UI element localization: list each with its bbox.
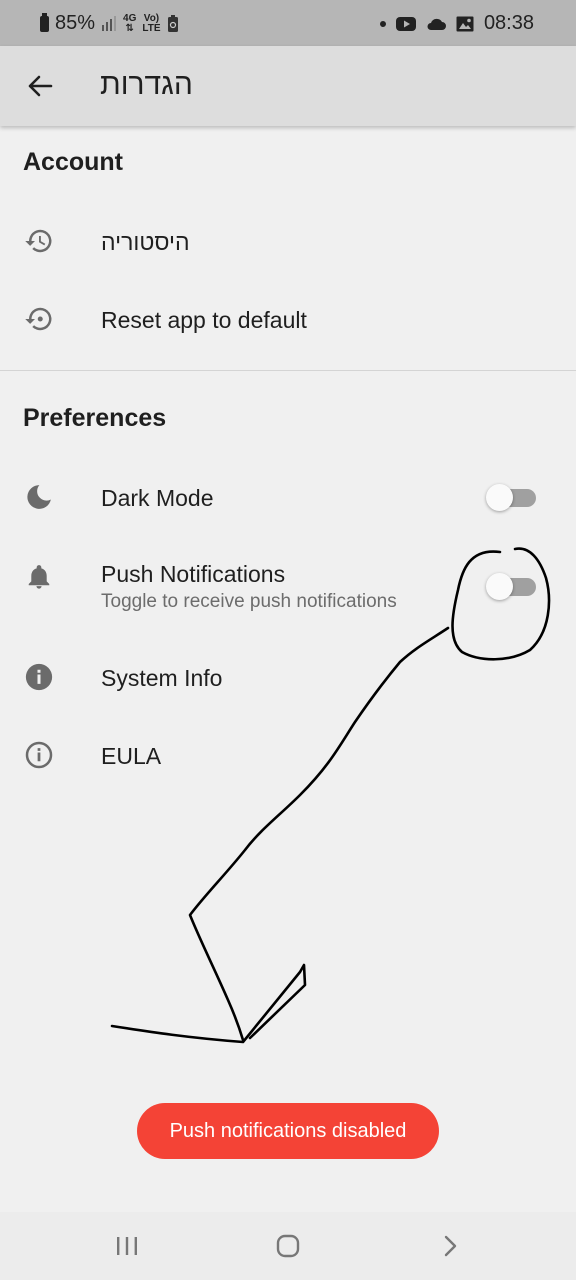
youtube-icon <box>395 16 416 31</box>
annotation-arrow-head <box>110 963 307 1044</box>
signal-icon <box>102 15 117 31</box>
settings-item-label: היסטוריה <box>101 229 190 255</box>
restore-icon <box>22 302 56 336</box>
status-bar: 85% 4G ⇅ Vo) LTE 08:38 <box>0 0 576 46</box>
back-nav-button[interactable] <box>432 1230 468 1262</box>
battery-icon <box>40 12 49 32</box>
settings-item-label: Dark Mode <box>101 485 214 511</box>
toggle-thumb <box>486 573 513 600</box>
image-icon <box>456 16 474 31</box>
arrow-back-icon <box>28 75 53 97</box>
settings-item-label: Reset app to default <box>101 307 307 333</box>
chevron-right-icon <box>444 1235 457 1257</box>
recent-apps-button[interactable] <box>109 1230 145 1262</box>
cloud-icon <box>427 18 446 30</box>
home-icon <box>276 1234 300 1258</box>
info-outline-icon <box>22 738 56 772</box>
settings-item-eula[interactable]: EULA <box>0 724 576 788</box>
snackbar: Push notifications disabled <box>137 1103 439 1159</box>
home-button[interactable] <box>270 1230 306 1262</box>
section-header-account: Account <box>23 148 123 176</box>
info-filled-icon <box>22 660 56 694</box>
settings-item-label: EULA <box>101 743 162 769</box>
settings-item-reset-app[interactable]: Reset app to default <box>0 288 576 352</box>
settings-item-label: Push Notifications <box>101 561 286 587</box>
back-button[interactable] <box>18 64 62 108</box>
toggle-thumb <box>486 484 513 511</box>
battery-percent: 85% <box>55 12 96 34</box>
history-icon <box>22 224 56 258</box>
volte-label: Vo) LTE <box>142 12 161 34</box>
moon-icon <box>22 480 56 514</box>
clock: 08:38 <box>483 12 534 34</box>
recycle-battery-icon <box>167 14 178 32</box>
settings-screen: 85% 4G ⇅ Vo) LTE 08:38 הגדרות Account הי… <box>0 0 576 1280</box>
hand-drawn-annotation <box>110 547 551 1044</box>
notification-dot-icon <box>379 20 386 27</box>
settings-item-history[interactable]: היסטוריה <box>0 210 576 274</box>
push-notifications-toggle[interactable] <box>486 572 536 600</box>
system-nav-bar <box>0 1212 576 1280</box>
snackbar-message: Push notifications disabled <box>169 1119 407 1142</box>
settings-item-dark-mode[interactable]: Dark Mode <box>0 466 576 530</box>
status-left: 85% 4G ⇅ Vo) LTE <box>40 12 179 35</box>
section-header-preferences: Preferences <box>23 404 167 432</box>
dark-mode-toggle[interactable] <box>486 483 536 511</box>
settings-item-label: System Info <box>101 665 223 691</box>
settings-item-system-info[interactable]: System Info <box>0 646 576 710</box>
app-bar: הגדרות <box>0 46 576 126</box>
status-right: 08:38 <box>379 12 534 35</box>
network-4g-label: 4G ⇅ <box>123 12 137 34</box>
settings-item-push-notifications[interactable]: Push Notifications Toggle to receive pus… <box>0 544 576 624</box>
bell-icon <box>22 560 56 594</box>
page-title: הגדרות <box>100 68 193 101</box>
settings-item-subtitle: Toggle to receive push notifications <box>101 591 397 612</box>
section-divider <box>0 370 576 371</box>
recent-apps-icon <box>117 1237 137 1255</box>
